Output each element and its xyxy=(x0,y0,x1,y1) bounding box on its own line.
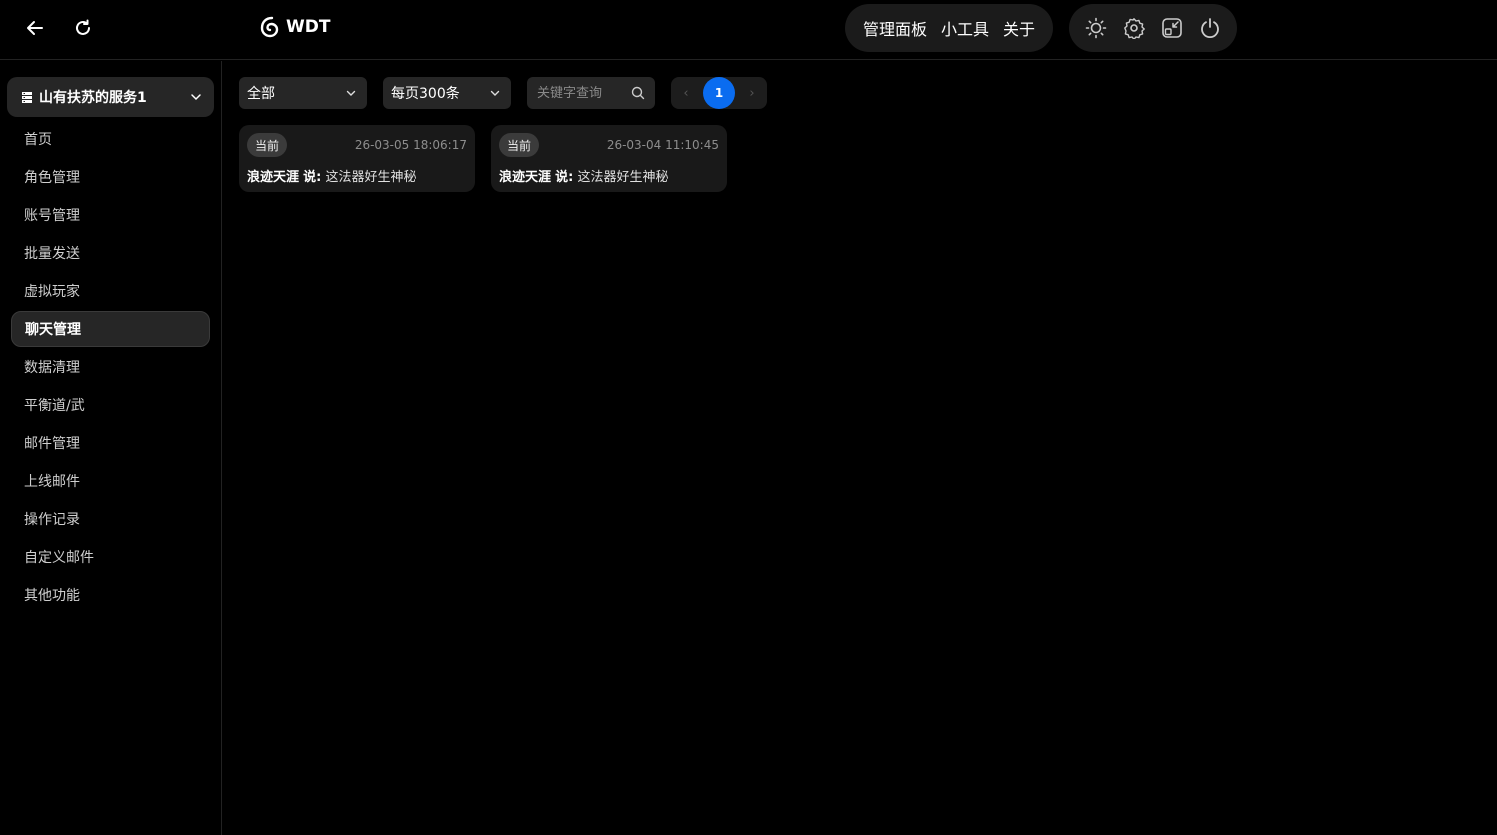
next-page-icon[interactable]: › xyxy=(745,86,759,101)
pagination: ‹ 1 › xyxy=(671,77,767,109)
nav-tools[interactable]: 小工具 xyxy=(941,16,989,40)
server-name: 山有扶苏的服务1 xyxy=(39,90,147,106)
filter-value: 全部 xyxy=(247,86,275,102)
nav-about[interactable]: 关于 xyxy=(1003,16,1035,40)
server-select[interactable]: 山有扶苏的服务1 xyxy=(7,77,214,117)
sidebar-item-balance[interactable]: 平衡道/武 xyxy=(11,387,210,423)
sidebar-menu: 首页 角色管理 账号管理 批量发送 虚拟玩家 聊天管理 数据清理 平衡道/武 邮… xyxy=(11,121,210,615)
tool-buttons xyxy=(1069,4,1237,52)
chevron-down-icon xyxy=(191,94,201,101)
nav-admin-panel[interactable]: 管理面板 xyxy=(863,16,927,40)
page-size-select[interactable]: 每页300条 xyxy=(383,77,511,109)
page-button[interactable]: 1 xyxy=(703,77,735,109)
back-arrow-icon[interactable] xyxy=(22,14,48,42)
settings-gear-icon[interactable] xyxy=(1118,12,1150,44)
swirl-logo-icon xyxy=(260,16,279,38)
sidebar-item-login-mail[interactable]: 上线邮件 xyxy=(11,463,210,499)
sidebar-item-virtual-players[interactable]: 虚拟玩家 xyxy=(11,273,210,309)
search-icon[interactable] xyxy=(631,86,645,100)
chevron-down-icon xyxy=(346,90,356,96)
sidebar-item-custom-mail[interactable]: 自定义邮件 xyxy=(11,539,210,575)
main-nav: 管理面板 小工具 关于 xyxy=(845,4,1053,52)
sidebar-item-roles[interactable]: 角色管理 xyxy=(11,159,210,195)
filter-select[interactable]: 全部 xyxy=(239,77,367,109)
chat-card: 当前 26-03-05 18:06:17 浪迹天涯 说: 这法器好生神秘 xyxy=(239,125,475,192)
refresh-icon[interactable] xyxy=(70,14,96,42)
chevron-down-icon xyxy=(490,90,500,96)
sidebar-item-home[interactable]: 首页 xyxy=(11,121,210,157)
theme-sun-icon[interactable] xyxy=(1080,12,1112,44)
search-box xyxy=(527,77,655,109)
chat-card: 当前 26-03-04 11:10:45 浪迹天涯 说: 这法器好生神秘 xyxy=(491,125,727,192)
app-logo: WDT xyxy=(260,16,330,38)
logo-text: WDT xyxy=(286,17,331,37)
chat-text: 这法器好生神秘 xyxy=(325,170,417,185)
chat-timestamp: 26-03-04 11:10:45 xyxy=(606,138,719,152)
page-size-value: 每页300条 xyxy=(391,86,460,102)
sidebar: 山有扶苏的服务1 首页 角色管理 账号管理 批量发送 虚拟玩家 聊天管理 数据清… xyxy=(0,61,222,835)
status-badge: 当前 xyxy=(499,133,540,157)
prev-page-icon[interactable]: ‹ xyxy=(679,86,693,101)
chat-says: 说: xyxy=(303,170,322,185)
sidebar-item-other[interactable]: 其他功能 xyxy=(11,577,210,613)
chat-says: 说: xyxy=(555,170,574,185)
sidebar-item-chat[interactable]: 聊天管理 xyxy=(11,311,210,347)
top-bar: WDT 管理面板 小工具 关于 xyxy=(0,0,1497,60)
chat-message: 浪迹天涯 说: 这法器好生神秘 xyxy=(499,166,719,185)
search-input[interactable] xyxy=(535,84,631,102)
chat-text: 这法器好生神秘 xyxy=(577,170,669,185)
chat-sender: 浪迹天涯 xyxy=(247,170,300,185)
sidebar-item-mail[interactable]: 邮件管理 xyxy=(11,425,210,461)
status-badge: 当前 xyxy=(247,133,288,157)
server-icon xyxy=(22,91,32,103)
power-icon[interactable] xyxy=(1194,12,1226,44)
sidebar-item-data-cleanup[interactable]: 数据清理 xyxy=(11,349,210,385)
sidebar-item-logs[interactable]: 操作记录 xyxy=(11,501,210,537)
fullscreen-exit-icon[interactable] xyxy=(1156,12,1188,44)
chat-message: 浪迹天涯 说: 这法器好生神秘 xyxy=(247,166,467,185)
sidebar-item-accounts[interactable]: 账号管理 xyxy=(11,197,210,233)
chat-timestamp: 26-03-05 18:06:17 xyxy=(354,138,467,152)
sidebar-item-bulk-send[interactable]: 批量发送 xyxy=(11,235,210,271)
chat-sender: 浪迹天涯 xyxy=(499,170,552,185)
